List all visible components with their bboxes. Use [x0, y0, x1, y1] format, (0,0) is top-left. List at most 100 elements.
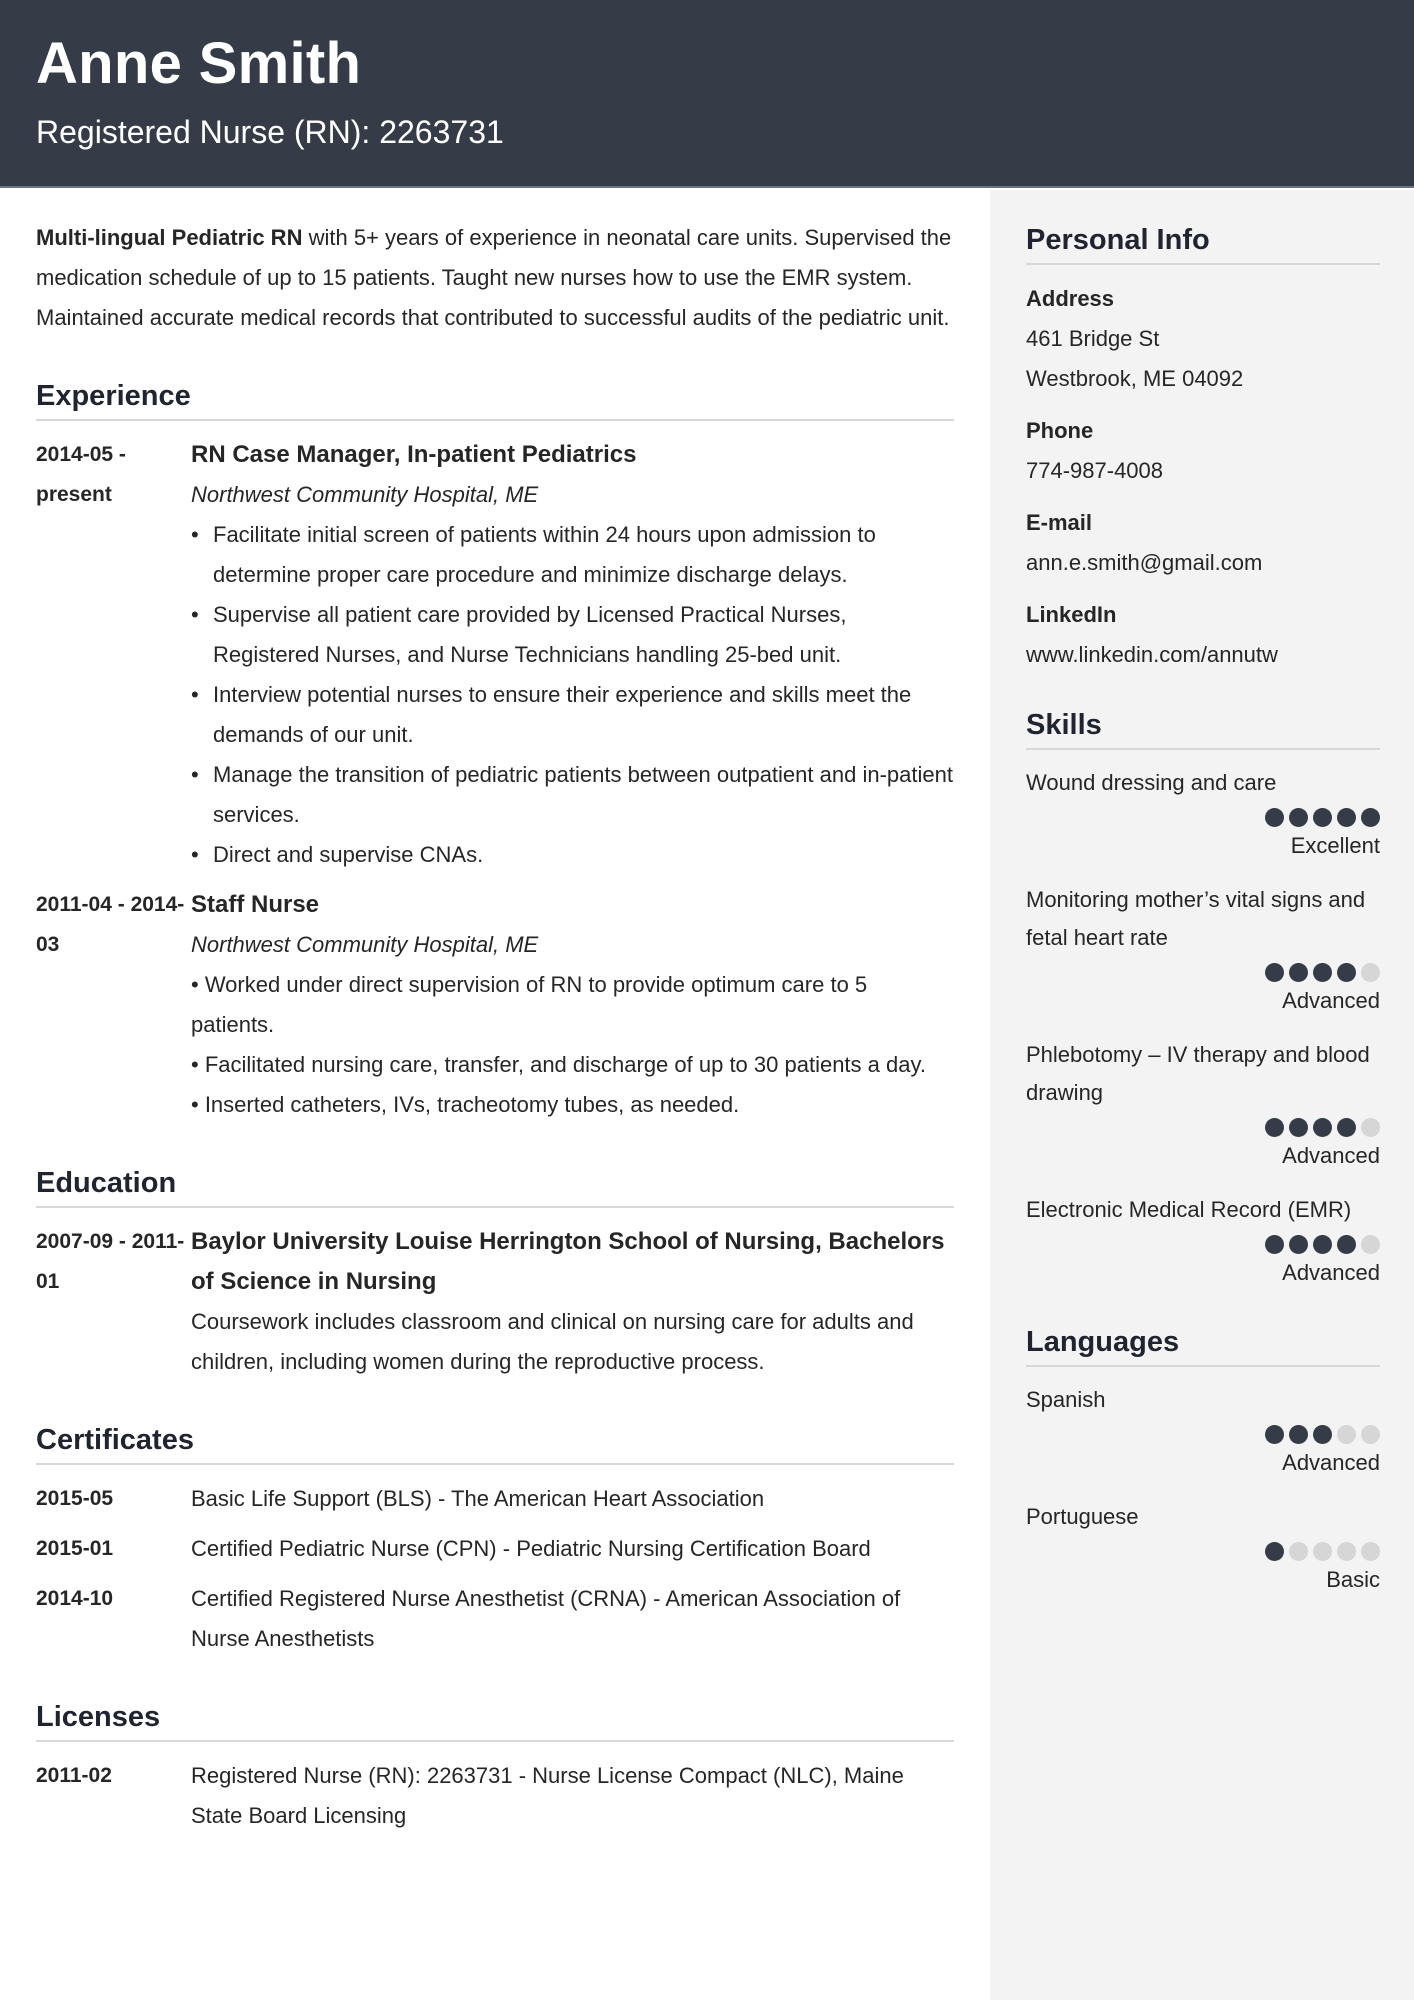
skill-item: Monitoring mother’s vital signs and feta… [1026, 881, 1380, 1020]
section-title-certificates: Certificates [36, 1424, 954, 1465]
section-title-experience: Experience [36, 380, 954, 421]
certificate-text: Certified Pediatric Nurse (CPN) - Pediat… [191, 1536, 871, 1561]
skill-item: Wound dressing and care Excellent [1026, 764, 1380, 865]
skill-item: Electronic Medical Record (EMR) Advanced [1026, 1191, 1380, 1292]
skill-level: Excellent [1290, 833, 1380, 858]
skill-level: Advanced [1282, 988, 1380, 1013]
rating-dot-filled-icon [1337, 963, 1356, 982]
skill-rating [1026, 963, 1380, 982]
job-title: RN Case Manager, In-patient Pediatrics [191, 441, 637, 468]
rating-dot-filled-icon [1265, 1118, 1284, 1137]
language-rating [1026, 1425, 1380, 1444]
education-description: Coursework includes classroom and clinic… [191, 1309, 914, 1374]
certificate-row: 2015-01 Certified Pediatric Nurse (CPN) … [36, 1529, 954, 1569]
section-title-languages: Languages [1026, 1326, 1380, 1367]
rating-dot-empty-icon [1337, 1542, 1356, 1561]
phone-label: Phone [1026, 418, 1094, 443]
summary-highlight: Multi-lingual Pediatric RN [36, 225, 303, 250]
education-entry: 2007-09 - 2011-01 Baylor University Loui… [36, 1222, 954, 1382]
language-level: Basic [1326, 1567, 1380, 1592]
rating-dot-filled-icon [1265, 1542, 1284, 1561]
rating-dot-filled-icon [1313, 963, 1332, 982]
rating-dot-filled-icon [1337, 1118, 1356, 1137]
rating-dot-filled-icon [1313, 1235, 1332, 1254]
certificate-date: 2014-10 [36, 1587, 114, 1610]
skills-section: Skills Wound dressing and care Excellent… [1026, 709, 1380, 1292]
language-rating [1026, 1542, 1380, 1561]
email-value: ann.e.smith@gmail.com [1026, 550, 1263, 575]
linkedin-label: LinkedIn [1026, 602, 1117, 627]
address-line1: 461 Bridge St [1026, 326, 1160, 351]
employer: Northwest Community Hospital, ME [191, 482, 539, 507]
rating-dot-empty-icon [1361, 1542, 1380, 1561]
candidate-name: Anne Smith [36, 31, 362, 96]
certificate-row: 2015-05 Basic Life Support (BLS) - The A… [36, 1479, 954, 1519]
rating-dot-filled-icon [1265, 1235, 1284, 1254]
skill-rating [1026, 1118, 1380, 1137]
rating-dot-filled-icon [1313, 1118, 1332, 1137]
experience-entry: 2011-04 - 2014-03 Staff Nurse Northwest … [36, 885, 954, 1125]
rating-dot-filled-icon [1289, 963, 1308, 982]
job-line: • Inserted catheters, IVs, tracheotomy t… [191, 1092, 740, 1117]
entry-date: 2014-05 - present [36, 443, 126, 506]
license-date: 2011-02 [36, 1764, 112, 1787]
skill-name: Monitoring mother’s vital signs and feta… [1026, 887, 1366, 950]
address-label: Address [1026, 286, 1115, 311]
job-bullet: Interview potential nurses to ensure the… [191, 675, 954, 755]
license-text: Registered Nurse (RN): 2263731 - Nurse L… [191, 1763, 904, 1828]
certificate-text: Certified Registered Nurse Anesthetist (… [191, 1586, 901, 1651]
rating-dot-filled-icon [1265, 963, 1284, 982]
licenses-section: Licenses 2011-02 Registered Nurse (RN): … [36, 1701, 954, 1836]
skill-level: Advanced [1282, 1143, 1380, 1168]
employer: Northwest Community Hospital, ME [191, 932, 539, 957]
language-name: Spanish [1026, 1387, 1106, 1412]
personal-info-section: Personal Info Address 461 Bridge St West… [1026, 224, 1380, 675]
job-bullet: Facilitate initial screen of patients wi… [191, 515, 954, 595]
certificate-date: 2015-01 [36, 1537, 114, 1560]
job-bullet: Direct and supervise CNAs. [191, 835, 954, 875]
skill-item: Phlebotomy – IV therapy and blood drawin… [1026, 1036, 1380, 1175]
rating-dot-filled-icon [1289, 1118, 1308, 1137]
certificate-row: 2014-10 Certified Registered Nurse Anest… [36, 1579, 954, 1659]
certificate-date: 2015-05 [36, 1487, 114, 1510]
entry-date: 2011-04 - 2014-03 [36, 893, 185, 956]
resume-header: Anne Smith Registered Nurse (RN): 226373… [0, 0, 1414, 188]
language-level: Advanced [1282, 1450, 1380, 1475]
certificate-text: Basic Life Support (BLS) - The American … [191, 1486, 765, 1511]
skill-rating [1026, 1235, 1380, 1254]
job-title: Staff Nurse [191, 891, 320, 918]
entry-date: 2007-09 - 2011-01 [36, 1230, 185, 1293]
license-row: 2011-02 Registered Nurse (RN): 2263731 -… [36, 1756, 954, 1836]
job-line: • Facilitated nursing care, transfer, an… [191, 1052, 926, 1077]
skill-name: Phlebotomy – IV therapy and blood drawin… [1026, 1042, 1370, 1105]
job-line: • Worked under direct supervision of RN … [191, 972, 868, 1037]
rating-dot-filled-icon [1337, 1235, 1356, 1254]
language-name: Portuguese [1026, 1504, 1139, 1529]
rating-dot-filled-icon [1265, 1425, 1284, 1444]
rating-dot-empty-icon [1337, 1425, 1356, 1444]
skill-rating [1026, 808, 1380, 827]
language-item: Portuguese Basic [1026, 1498, 1380, 1599]
rating-dot-filled-icon [1313, 1425, 1332, 1444]
section-title-education: Education [36, 1167, 954, 1208]
rating-dot-filled-icon [1361, 808, 1380, 827]
skill-name: Electronic Medical Record (EMR) [1026, 1197, 1352, 1222]
rating-dot-empty-icon [1361, 1425, 1380, 1444]
school-degree: Baylor University Louise Herrington Scho… [191, 1228, 945, 1295]
summary: Multi-lingual Pediatric RN with 5+ years… [36, 218, 954, 338]
skill-level: Advanced [1282, 1260, 1380, 1285]
rating-dot-filled-icon [1337, 808, 1356, 827]
experience-section: Experience 2014-05 - present RN Case Man… [36, 380, 954, 1125]
email-label: E-mail [1026, 510, 1093, 535]
rating-dot-filled-icon [1289, 1235, 1308, 1254]
section-title-personal-info: Personal Info [1026, 224, 1380, 265]
phone-value: 774-987-4008 [1026, 458, 1164, 483]
job-bullets: Facilitate initial screen of patients wi… [191, 515, 954, 875]
main-column: Multi-lingual Pediatric RN with 5+ years… [36, 218, 954, 1846]
rating-dot-empty-icon [1289, 1542, 1308, 1561]
rating-dot-empty-icon [1361, 963, 1380, 982]
job-bullet: Manage the transition of pediatric patie… [191, 755, 954, 835]
linkedin-value: www.linkedin.com/annutw [1026, 642, 1278, 667]
rating-dot-empty-icon [1361, 1118, 1380, 1137]
rating-dot-filled-icon [1289, 1425, 1308, 1444]
